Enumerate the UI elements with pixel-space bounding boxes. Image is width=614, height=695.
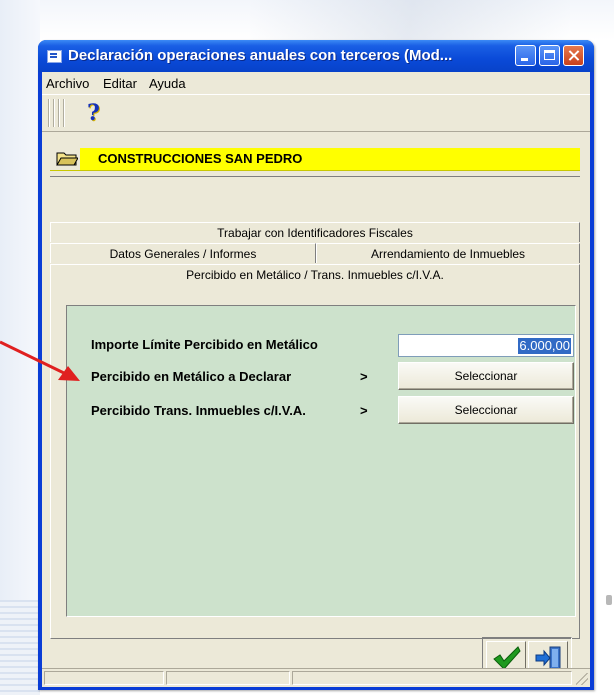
status-cell-2 <box>166 671 290 685</box>
cash-declare-arrow: > <box>360 369 368 384</box>
resize-grip[interactable] <box>576 673 588 685</box>
cash-declare-label: Percibido en Metálico a Declarar <box>91 369 292 384</box>
status-bar <box>42 668 590 687</box>
property-transfer-label: Percibido Trans. Inmuebles c/I.V.A. <box>91 403 306 418</box>
select-cash-button[interactable]: Seleccionar <box>398 362 574 390</box>
question-mark-icon[interactable]: ? <box>87 100 107 126</box>
window-icon[interactable] <box>47 50 62 63</box>
tab-identificadores-fiscales[interactable]: Trabajar con Identificadores Fiscales <box>50 222 580 242</box>
status-cell-3 <box>292 671 572 685</box>
tab-datos-generales[interactable]: Datos Generales / Informes <box>50 243 316 263</box>
red-arrow-annotation <box>0 340 80 381</box>
desktop-background-stripes <box>0 600 40 695</box>
menu-bar: Archivo Editar Ayuda <box>42 72 590 94</box>
menu-ayuda[interactable]: Ayuda <box>149 76 186 92</box>
tab-row-1: Trabajar con Identificadores Fiscales <box>50 222 580 242</box>
status-cell-1 <box>44 671 164 685</box>
maximize-button[interactable] <box>539 45 560 66</box>
limit-amount-label: Importe Límite Percibido en Metálico <box>91 337 318 352</box>
title-bar[interactable]: Declaración operaciones anuales con terc… <box>38 40 594 72</box>
window-client-area: Archivo Editar Ayuda ? CONSTRUCCIONES SA… <box>42 72 590 687</box>
property-transfer-arrow: > <box>360 403 368 418</box>
limit-amount-field[interactable]: 6.000,00 <box>398 334 574 357</box>
desktop-background-swoosh <box>250 0 570 40</box>
select-property-button[interactable]: Seleccionar <box>398 396 574 424</box>
separator-line <box>50 176 580 177</box>
limit-amount-value: 6.000,00 <box>518 338 571 354</box>
toolbar-grip[interactable] <box>48 99 68 127</box>
menu-editar[interactable]: Editar <box>103 76 137 92</box>
tab-percibido-metalico[interactable]: Percibido en Metálico / Trans. Inmuebles… <box>50 264 580 284</box>
tab-row-3: Percibido en Metálico / Trans. Inmuebles… <box>50 264 580 284</box>
close-button[interactable] <box>563 45 584 66</box>
folder-icon[interactable] <box>50 144 80 170</box>
tab-row-2: Datos Generales / Informes Arrendamiento… <box>50 243 580 263</box>
toolbar: ? <box>42 94 590 132</box>
main-window: Declaración operaciones anuales con terc… <box>38 40 594 690</box>
window-title: Declaración operaciones anuales con terc… <box>68 47 453 64</box>
company-banner: CONSTRUCCIONES SAN PEDRO <box>50 144 580 171</box>
background-dot <box>606 595 612 605</box>
menu-archivo[interactable]: Archivo <box>46 76 89 92</box>
company-name: CONSTRUCCIONES SAN PEDRO <box>98 151 303 166</box>
minimize-button[interactable] <box>515 45 536 66</box>
tab-arrendamiento[interactable]: Arrendamiento de Inmuebles <box>316 243 580 263</box>
